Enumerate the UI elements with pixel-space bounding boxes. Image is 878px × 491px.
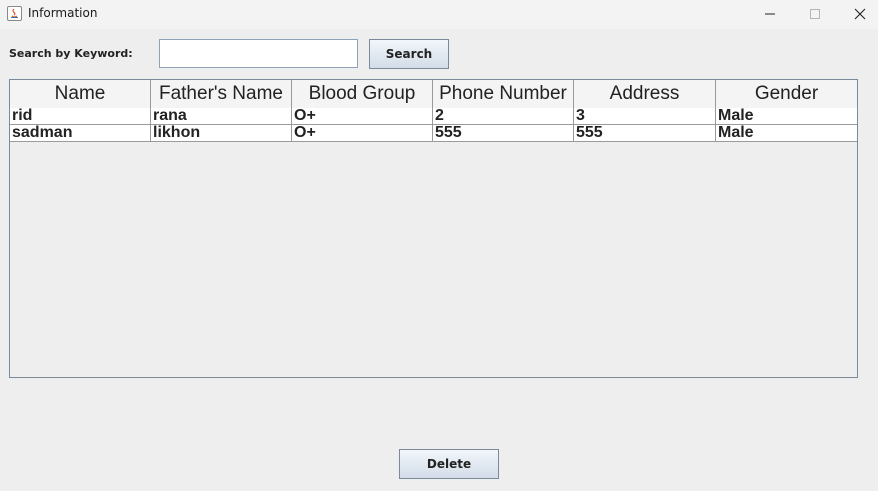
table-cell-name[interactable]: sadman bbox=[10, 125, 151, 141]
search-button[interactable]: Search bbox=[369, 39, 449, 69]
delete-button[interactable]: Delete bbox=[399, 449, 499, 479]
title-bar: Information bbox=[0, 0, 878, 29]
table-cell-address[interactable]: 3 bbox=[574, 108, 716, 124]
table-cell-blood-group[interactable]: O+ bbox=[292, 125, 433, 141]
search-label: Search by Keyword: bbox=[9, 47, 133, 60]
info-table: Name Father's Name Blood Group Phone Num… bbox=[9, 79, 858, 378]
minimize-icon bbox=[765, 13, 775, 15]
column-header-blood-group[interactable]: Blood Group bbox=[292, 80, 433, 108]
column-header-phone-number[interactable]: Phone Number bbox=[433, 80, 574, 108]
table-row[interactable]: rid rana O+ 2 3 Male bbox=[10, 108, 857, 125]
table-cell-phone-number[interactable]: 555 bbox=[433, 125, 574, 141]
table-cell-address[interactable]: 555 bbox=[574, 125, 716, 141]
window-title: Information bbox=[28, 6, 98, 20]
maximize-button[interactable] bbox=[792, 0, 838, 29]
table-cell-fathers-name[interactable]: likhon bbox=[151, 125, 292, 141]
table-cell-name[interactable]: rid bbox=[10, 108, 151, 124]
table-body: rid rana O+ 2 3 Male sadman likhon O+ 55… bbox=[10, 108, 857, 142]
column-header-name[interactable]: Name bbox=[10, 80, 151, 108]
column-header-fathers-name[interactable]: Father's Name bbox=[151, 80, 292, 108]
table-cell-gender[interactable]: Male bbox=[716, 125, 857, 141]
column-header-gender[interactable]: Gender bbox=[716, 80, 857, 108]
table-cell-fathers-name[interactable]: rana bbox=[151, 108, 292, 124]
maximize-icon bbox=[810, 9, 820, 19]
table-cell-gender[interactable]: Male bbox=[716, 108, 857, 124]
close-icon bbox=[854, 8, 866, 20]
table-header: Name Father's Name Blood Group Phone Num… bbox=[10, 80, 857, 109]
minimize-button[interactable] bbox=[747, 0, 793, 29]
table-cell-phone-number[interactable]: 2 bbox=[433, 108, 574, 124]
close-button[interactable] bbox=[837, 0, 878, 29]
table-cell-blood-group[interactable]: O+ bbox=[292, 108, 433, 124]
column-header-address[interactable]: Address bbox=[574, 80, 716, 108]
search-input[interactable] bbox=[159, 39, 358, 68]
java-icon bbox=[7, 6, 22, 21]
table-row[interactable]: sadman likhon O+ 555 555 Male bbox=[10, 125, 857, 142]
